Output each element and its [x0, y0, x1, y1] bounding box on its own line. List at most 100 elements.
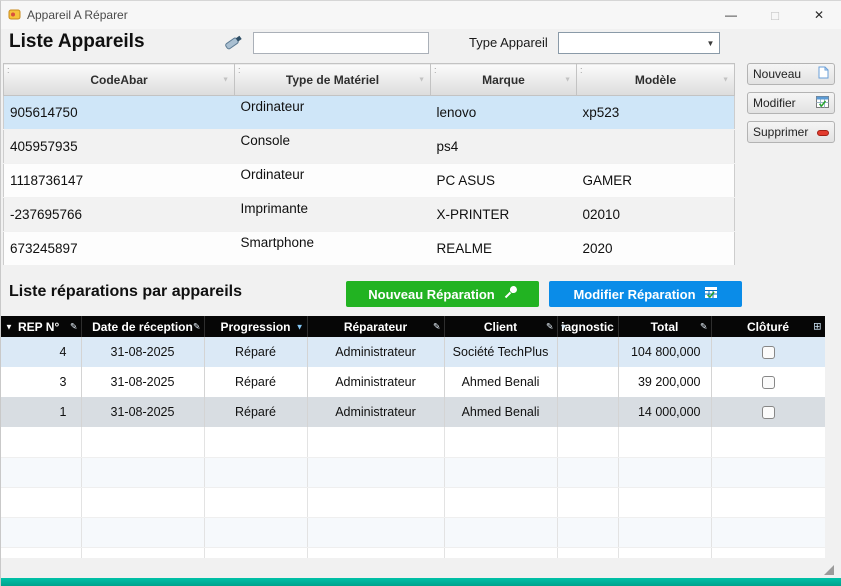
repairs-column-header[interactable]: Progression▼ [204, 316, 307, 337]
appareils-table-row[interactable]: -237695766ImprimanteX-PRINTER02010 [4, 198, 735, 232]
repairs-cell[interactable] [557, 337, 618, 367]
repairs-table-row[interactable]: 431-08-2025RéparéAdministrateurSociété T… [1, 337, 825, 367]
appareils-cell[interactable]: Ordinateur [235, 164, 431, 198]
appareils-table-row[interactable]: 905614750Ordinateurlenovoxp523 [4, 96, 735, 130]
resize-grip[interactable] [824, 565, 834, 575]
appareils-cell[interactable]: 1118736147 [4, 164, 235, 198]
repairs-empty-cell [81, 457, 204, 487]
appareils-cell[interactable]: 02010 [577, 198, 735, 232]
repairs-cell[interactable]: Réparé [204, 337, 307, 367]
repairs-column-header[interactable]: Clôturé⊞ [711, 316, 825, 337]
repairs-empty-cell [204, 517, 307, 547]
appareils-column-header[interactable]: :CodeAbar▼ [4, 64, 235, 96]
filter-funnel-icon[interactable]: ▼ [560, 322, 568, 331]
repairs-cell[interactable] [557, 397, 618, 427]
repairs-column-header[interactable]: Client✎ [444, 316, 557, 337]
appareils-column-header[interactable]: :Type de Matériel▼ [235, 64, 431, 96]
appareils-cell[interactable]: ps4 [431, 130, 577, 164]
grid-icon[interactable]: ⊞ [813, 321, 821, 332]
repairs-cell[interactable]: Réparé [204, 367, 307, 397]
appareils-cell[interactable]: X-PRINTER [431, 198, 577, 232]
appareils-cell[interactable]: 405957935 [4, 130, 235, 164]
app-window: Appareil A Réparer — □ ✕ Liste Appareils… [0, 0, 841, 586]
filter-funnel-icon[interactable]: ▼ [296, 322, 304, 331]
repairs-cell[interactable]: 39 200,000 [618, 367, 711, 397]
appareils-cell[interactable]: REALME [431, 232, 577, 266]
appareils-cell[interactable]: Imprimante [235, 198, 431, 232]
appareils-cell[interactable]: lenovo [431, 96, 577, 130]
appareils-cell[interactable]: xp523 [577, 96, 735, 130]
filter-funnel-icon[interactable]: ▼ [5, 322, 13, 331]
repairs-column-header[interactable]: Date de réception✎ [81, 316, 204, 337]
cloture-checkbox[interactable] [762, 376, 775, 389]
appareils-cell[interactable]: 673245897 [4, 232, 235, 266]
type-appareil-select[interactable]: ▼ [558, 32, 720, 54]
repairs-cell[interactable]: 31-08-2025 [81, 337, 204, 367]
appareils-table-row[interactable]: 673245897SmartphoneREALME2020 [4, 232, 735, 266]
appareils-cell[interactable]: Smartphone [235, 232, 431, 266]
repairs-cell[interactable]: Ahmed Benali [444, 367, 557, 397]
appareils-cell[interactable]: -237695766 [4, 198, 235, 232]
pencil-icon[interactable]: ✎ [700, 321, 708, 332]
appareils-cell[interactable]: 905614750 [4, 96, 235, 130]
repairs-cell[interactable]: 31-08-2025 [81, 397, 204, 427]
appareils-table-row[interactable]: 405957935Consoleps4 [4, 130, 735, 164]
appareils-cell[interactable]: 2020 [577, 232, 735, 266]
repairs-cell[interactable]: Ahmed Benali [444, 397, 557, 427]
modifier-reparation-button[interactable]: Modifier Réparation [549, 281, 742, 307]
repairs-empty-cell [307, 517, 444, 547]
repairs-cell[interactable]: 14 000,000 [618, 397, 711, 427]
repairs-column-header[interactable]: ▼REP N°✎ [1, 316, 81, 337]
cloture-checkbox[interactable] [762, 406, 775, 419]
appareils-cell[interactable]: PC ASUS [431, 164, 577, 198]
filter-funnel-icon[interactable]: ▼ [418, 76, 425, 83]
appareils-cell[interactable] [577, 130, 735, 164]
repairs-empty-cell [711, 427, 825, 457]
maximize-button[interactable]: □ [753, 1, 797, 29]
filter-funnel-icon[interactable]: ▼ [722, 76, 729, 83]
appareils-table-row[interactable]: 1118736147OrdinateurPC ASUSGAMER [4, 164, 735, 198]
repairs-cell[interactable]: Société TechPlus [444, 337, 557, 367]
repairs-cell[interactable] [711, 397, 825, 427]
repairs-cell[interactable]: Réparé [204, 397, 307, 427]
repairs-cell[interactable]: 4 [1, 337, 81, 367]
modifier-button[interactable]: Modifier [747, 92, 835, 114]
repairs-table-row[interactable]: 331-08-2025RéparéAdministrateurAhmed Ben… [1, 367, 825, 397]
pencil-icon[interactable]: ✎ [546, 321, 554, 332]
appareils-cell[interactable]: GAMER [577, 164, 735, 198]
repairs-column-header[interactable]: Total✎ [618, 316, 711, 337]
repairs-cell[interactable]: 31-08-2025 [81, 367, 204, 397]
repairs-column-header[interactable]: Réparateur✎ [307, 316, 444, 337]
appareils-cell[interactable]: Ordinateur [235, 96, 431, 130]
appareils-cell[interactable]: Console [235, 130, 431, 164]
repairs-table-row[interactable]: 131-08-2025RéparéAdministrateurAhmed Ben… [1, 397, 825, 427]
pencil-icon[interactable]: ✎ [193, 321, 201, 332]
repairs-cell[interactable]: Administrateur [307, 397, 444, 427]
repairs-column-header[interactable]: iagnostic▼ [557, 316, 618, 337]
repairs-cell[interactable] [711, 337, 825, 367]
nouveau-reparation-button[interactable]: Nouveau Réparation [346, 281, 539, 307]
repairs-cell[interactable]: Administrateur [307, 337, 444, 367]
repairs-cell[interactable]: Administrateur [307, 367, 444, 397]
repairs-cell[interactable] [711, 367, 825, 397]
search-input[interactable] [253, 32, 429, 54]
filter-funnel-icon[interactable]: ▼ [222, 76, 229, 83]
filter-funnel-icon[interactable]: ▼ [564, 76, 571, 83]
appareils-column-header[interactable]: :Modèle▼ [577, 64, 735, 96]
close-button[interactable]: ✕ [797, 1, 841, 29]
column-header-label: CodeAbar [90, 73, 147, 87]
modifier-button-label: Modifier [753, 96, 796, 110]
repairs-cell[interactable]: 3 [1, 367, 81, 397]
nouveau-button[interactable]: Nouveau [747, 63, 835, 85]
minimize-button[interactable]: — [709, 1, 753, 29]
repairs-empty-cell [1, 427, 81, 457]
pencil-icon[interactable]: ✎ [433, 321, 441, 332]
supprimer-button[interactable]: Supprimer [747, 121, 835, 143]
appareils-column-header[interactable]: :Marque▼ [431, 64, 577, 96]
repairs-cell[interactable]: 1 [1, 397, 81, 427]
repairs-cell[interactable] [557, 367, 618, 397]
pencil-icon[interactable]: ✎ [70, 321, 78, 332]
repairs-empty-cell [444, 487, 557, 517]
cloture-checkbox[interactable] [762, 346, 775, 359]
repairs-cell[interactable]: 104 800,000 [618, 337, 711, 367]
